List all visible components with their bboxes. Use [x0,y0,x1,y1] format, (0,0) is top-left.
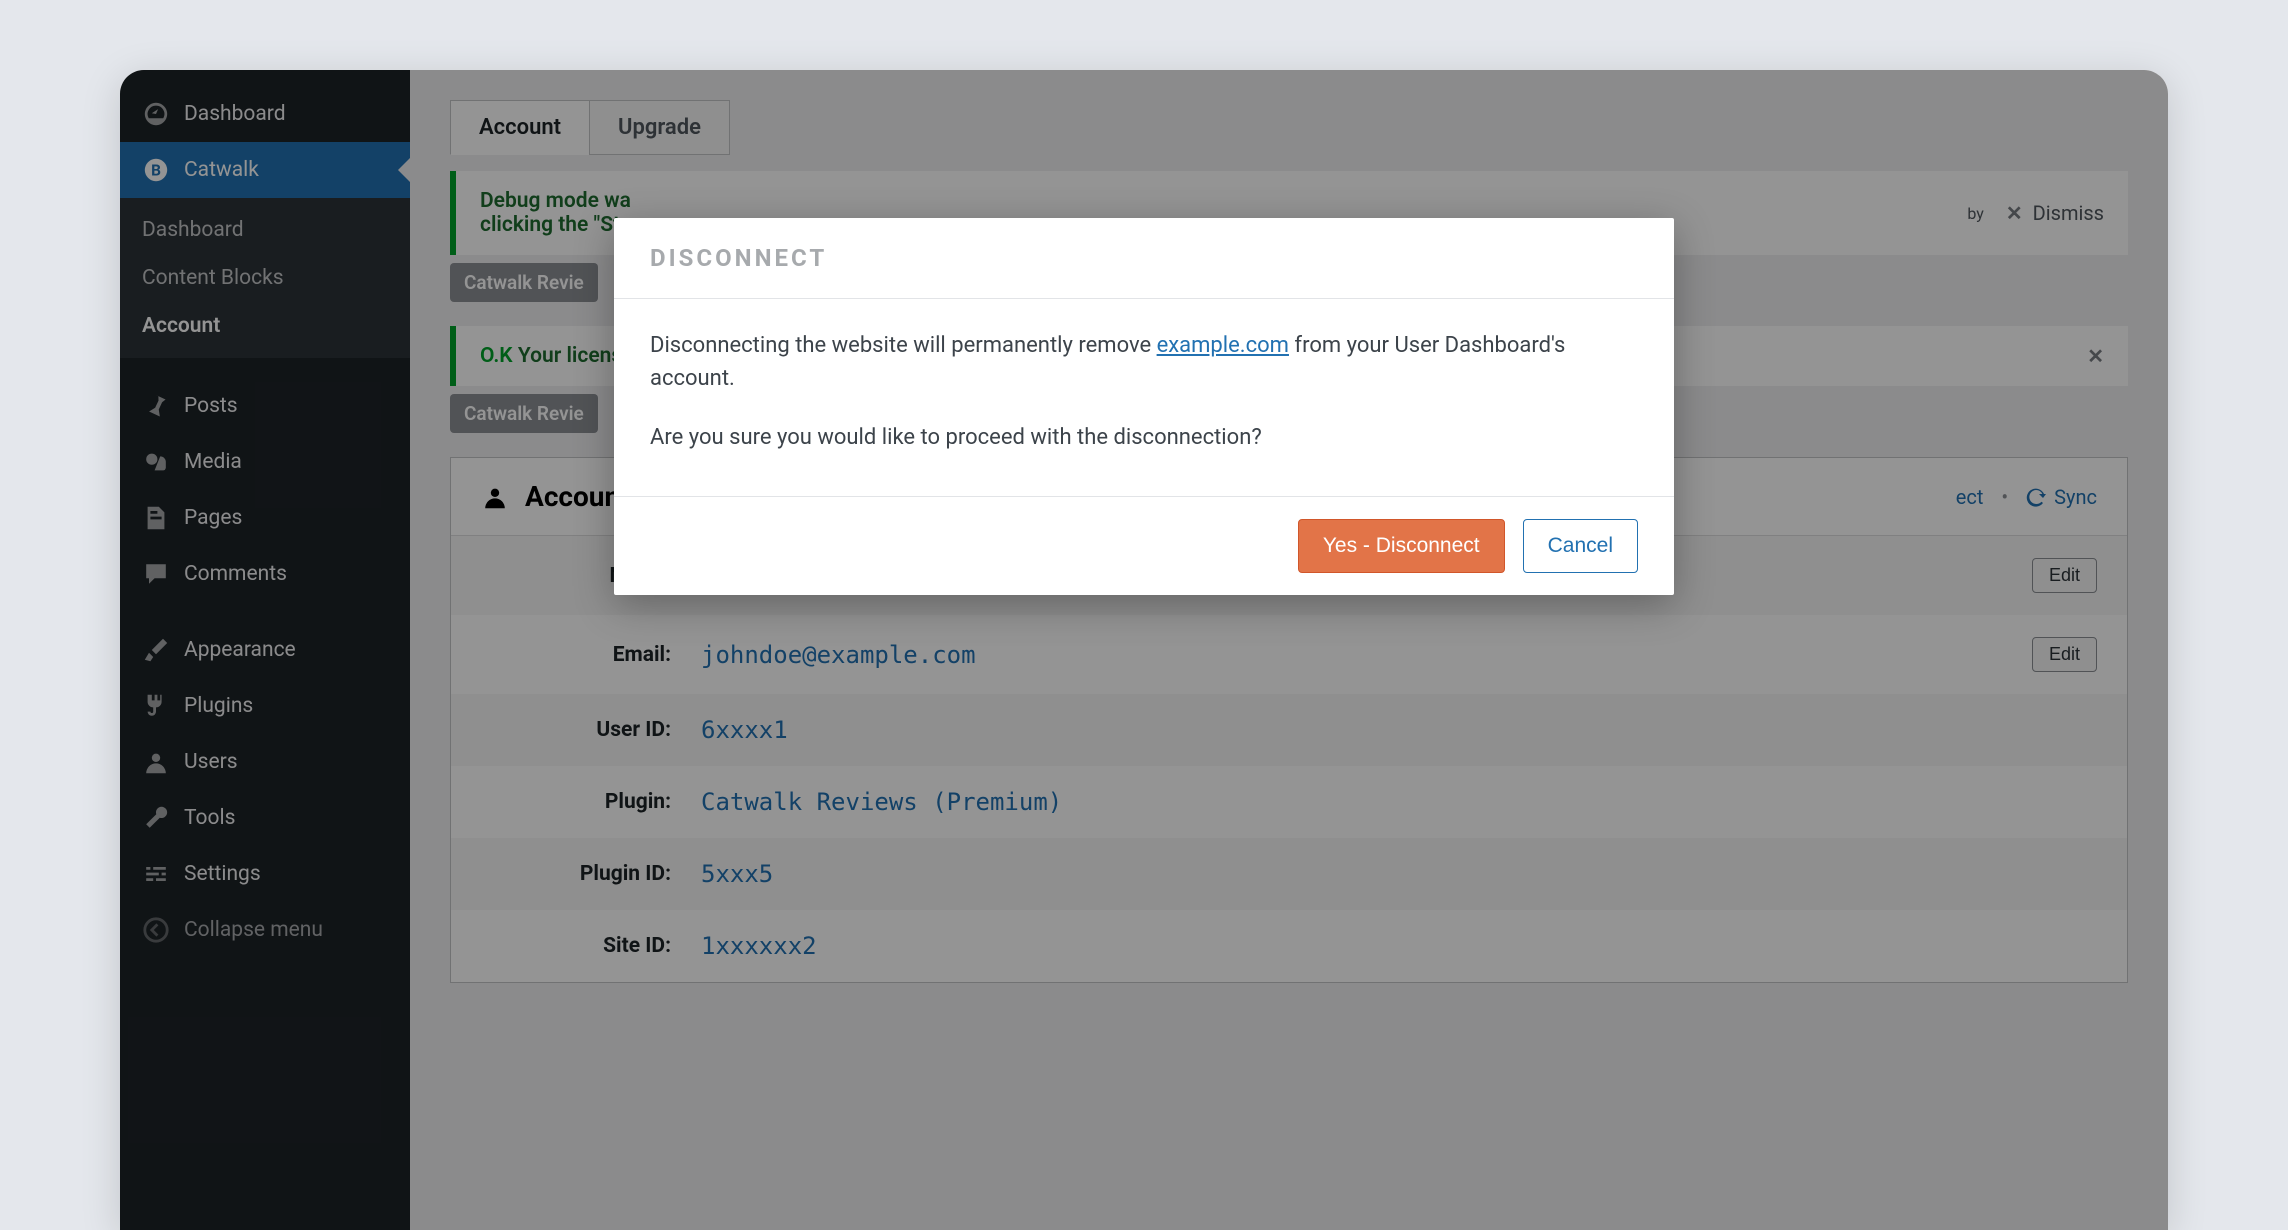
yes-disconnect-button[interactable]: Yes - Disconnect [1298,519,1505,573]
modal-footer: Yes - Disconnect Cancel [614,496,1674,595]
modal-title: Disconnect [614,218,1674,299]
modal-confirm-text: Are you sure you would like to proceed w… [650,421,1638,454]
modal-domain-link[interactable]: example.com [1157,333,1289,358]
cancel-button[interactable]: Cancel [1523,519,1638,573]
disconnect-modal: Disconnect Disconnecting the website wil… [614,218,1674,595]
app-window: Dashboard B Catwalk Dashboard Content Bl… [120,70,2168,1230]
modal-body: Disconnecting the website will permanent… [614,299,1674,496]
modal-text-pre: Disconnecting the website will permanent… [650,333,1157,358]
